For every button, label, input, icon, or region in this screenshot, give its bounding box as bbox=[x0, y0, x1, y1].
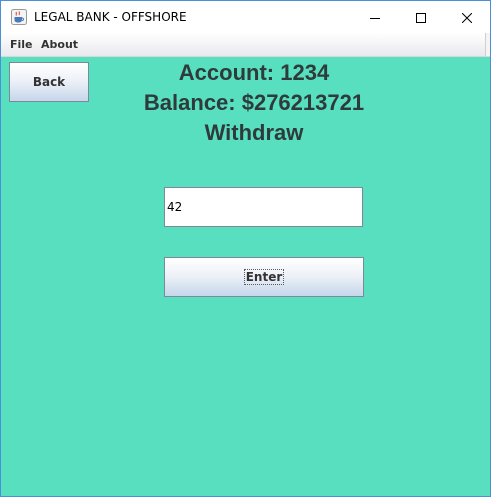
title-bar: LEGAL BANK - OFFSHORE bbox=[1, 1, 490, 33]
withdraw-amount-input[interactable] bbox=[164, 187, 363, 227]
menubar-divider bbox=[485, 33, 490, 56]
withdraw-panel: Back Account: 1234 Balance: $276213721 W… bbox=[1, 57, 490, 496]
balance-heading: Balance: $276213721 bbox=[143, 90, 365, 115]
maximize-icon bbox=[416, 8, 426, 27]
minimize-button[interactable] bbox=[352, 1, 398, 33]
menu-about[interactable]: About bbox=[41, 38, 78, 51]
java-cup-icon bbox=[11, 9, 27, 25]
window-title: LEGAL BANK - OFFSHORE bbox=[34, 10, 187, 24]
menu-bar: File About bbox=[1, 33, 490, 57]
minimize-icon bbox=[370, 8, 380, 27]
action-heading: Withdraw bbox=[204, 120, 304, 145]
enter-button[interactable]: Enter bbox=[164, 257, 364, 297]
back-button[interactable]: Back bbox=[9, 62, 89, 102]
close-button[interactable] bbox=[444, 1, 490, 33]
account-heading: Account: 1234 bbox=[178, 60, 330, 85]
app-window: LEGAL BANK - OFFSHORE File About Back Ac… bbox=[0, 0, 491, 497]
close-icon bbox=[461, 8, 473, 27]
maximize-button[interactable] bbox=[398, 1, 444, 33]
enter-button-label: Enter bbox=[243, 269, 285, 285]
menu-file[interactable]: File bbox=[10, 38, 33, 51]
